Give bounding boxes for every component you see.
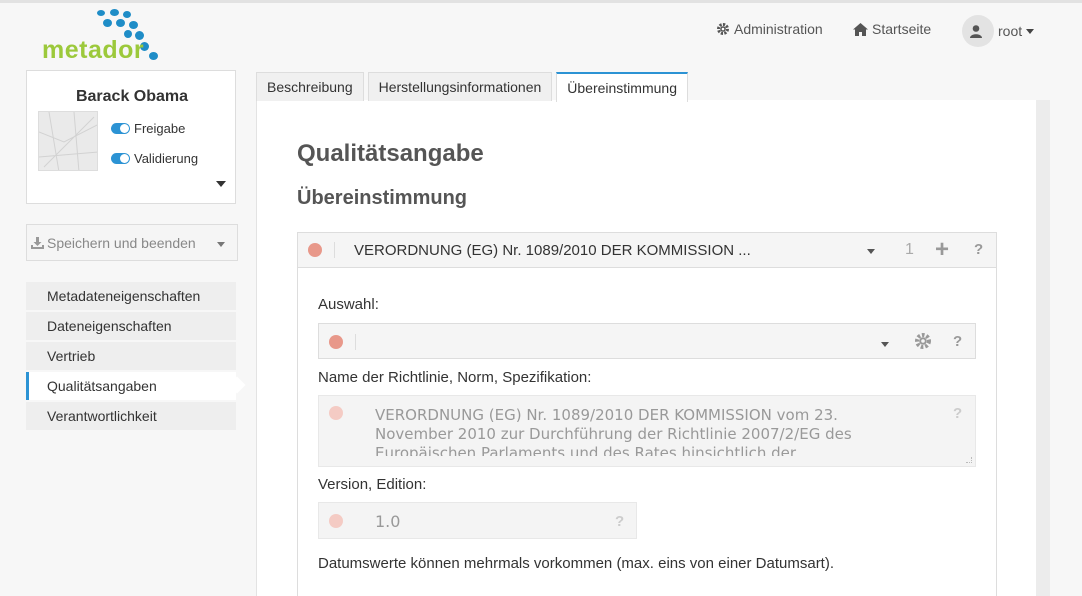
section-header-text: VERORDNUNG (EG) Nr. 1089/2010 DER KOMMIS… <box>354 242 751 259</box>
plus-icon[interactable]: + <box>935 238 949 262</box>
sidebar-item-vertrieb[interactable]: Vertrieb <box>26 342 236 370</box>
status-dot-icon <box>329 335 343 349</box>
help-icon[interactable]: ? <box>974 241 983 258</box>
map-thumbnail[interactable] <box>38 111 98 171</box>
page-title: Qualitätsangabe <box>297 140 484 167</box>
sidebar-nav: Metadateneigenschaften Dateneigenschafte… <box>26 282 236 432</box>
section-title: Übereinstimmung <box>297 187 468 209</box>
item-count: 1 <box>905 241 914 258</box>
chevron-down-icon <box>881 342 889 347</box>
user-name: root <box>998 23 1023 39</box>
status-dot-icon <box>329 406 343 420</box>
date-note: Datumswerte können mehrmals vorkommen (m… <box>318 555 835 572</box>
help-icon[interactable]: ? <box>615 513 624 530</box>
nav-administration[interactable]: Administration <box>716 14 823 44</box>
gear-icon <box>717 23 729 35</box>
top-border <box>0 0 1082 3</box>
tab-uebereinstimmung[interactable]: Übereinstimmung <box>556 72 688 102</box>
toggle-switch-icon <box>111 153 130 164</box>
nav-administration-label: Administration <box>734 21 823 37</box>
version-label: Version, Edition: <box>318 476 427 493</box>
download-icon <box>31 236 44 249</box>
norm-label: Name der Richtlinie, Norm, Spezifikation… <box>318 369 592 386</box>
scrollbar-track[interactable] <box>1036 100 1050 596</box>
sidebar-item-metadateneigenschaften[interactable]: Metadateneigenschaften <box>26 282 236 310</box>
version-value: 1.0 <box>375 512 401 531</box>
status-dot-icon <box>329 514 343 528</box>
sidebar-item-dateneigenschaften[interactable]: Dateneigenschaften <box>26 312 236 340</box>
auswahl-label: Auswahl: <box>318 296 379 313</box>
gear-icon[interactable] <box>914 332 932 350</box>
toggle-validierung-label: Validierung <box>134 151 199 166</box>
sidebar-item-verantwortlichkeit[interactable]: Verantwortlichkeit <box>26 402 236 430</box>
chevron-down-icon[interactable] <box>217 242 225 247</box>
toggle-validierung[interactable]: Validierung <box>111 151 198 166</box>
nav-startseite[interactable]: Startseite <box>853 14 931 44</box>
chevron-down-icon <box>1026 28 1035 34</box>
metador-logo[interactable]: metador <box>40 8 170 64</box>
divider <box>334 242 335 258</box>
save-and-exit-button[interactable]: Speichern und beenden <box>26 224 238 261</box>
nav-startseite-label: Startseite <box>872 21 932 37</box>
help-icon[interactable]: ? <box>953 405 962 422</box>
profile-card: Barack Obama Freigabe Validierung <box>26 70 236 204</box>
save-label: Speichern und beenden <box>47 234 196 251</box>
resize-handle-icon[interactable] <box>966 457 972 463</box>
auswahl-select[interactable]: ? <box>318 323 976 359</box>
toggle-freigabe-label: Freigabe <box>134 121 186 136</box>
tab-herstellungsinformationen[interactable]: Herstellungsinformationen <box>367 72 553 101</box>
user-icon <box>962 15 994 47</box>
help-icon[interactable]: ? <box>953 333 962 350</box>
tab-bar: Beschreibung Herstellungsinformationen Ü… <box>256 72 692 102</box>
tab-beschreibung[interactable]: Beschreibung <box>256 72 364 101</box>
toggle-freigabe[interactable]: Freigabe <box>111 121 185 136</box>
chevron-down-icon[interactable] <box>867 249 875 254</box>
norm-value: VERORDNUNG (EG) Nr. 1089/2010 DER KOMMIS… <box>375 406 852 456</box>
version-field[interactable]: 1.0 ? <box>318 502 637 539</box>
home-icon <box>853 22 868 36</box>
divider <box>355 334 356 350</box>
profile-title: Barack Obama <box>75 88 189 105</box>
sidebar-item-qualitaetsangaben[interactable]: Qualitätsangaben <box>26 372 236 400</box>
section-header[interactable]: VERORDNUNG (EG) Nr. 1089/2010 DER KOMMIS… <box>298 233 996 268</box>
status-dot-icon <box>308 243 322 257</box>
toggle-switch-icon <box>111 123 130 134</box>
logo-text: metador <box>42 36 145 64</box>
norm-textarea[interactable]: VERORDNUNG (EG) Nr. 1089/2010 DER KOMMIS… <box>318 395 976 467</box>
user-menu[interactable]: root <box>962 15 1035 47</box>
caret-down-icon[interactable] <box>216 181 226 187</box>
